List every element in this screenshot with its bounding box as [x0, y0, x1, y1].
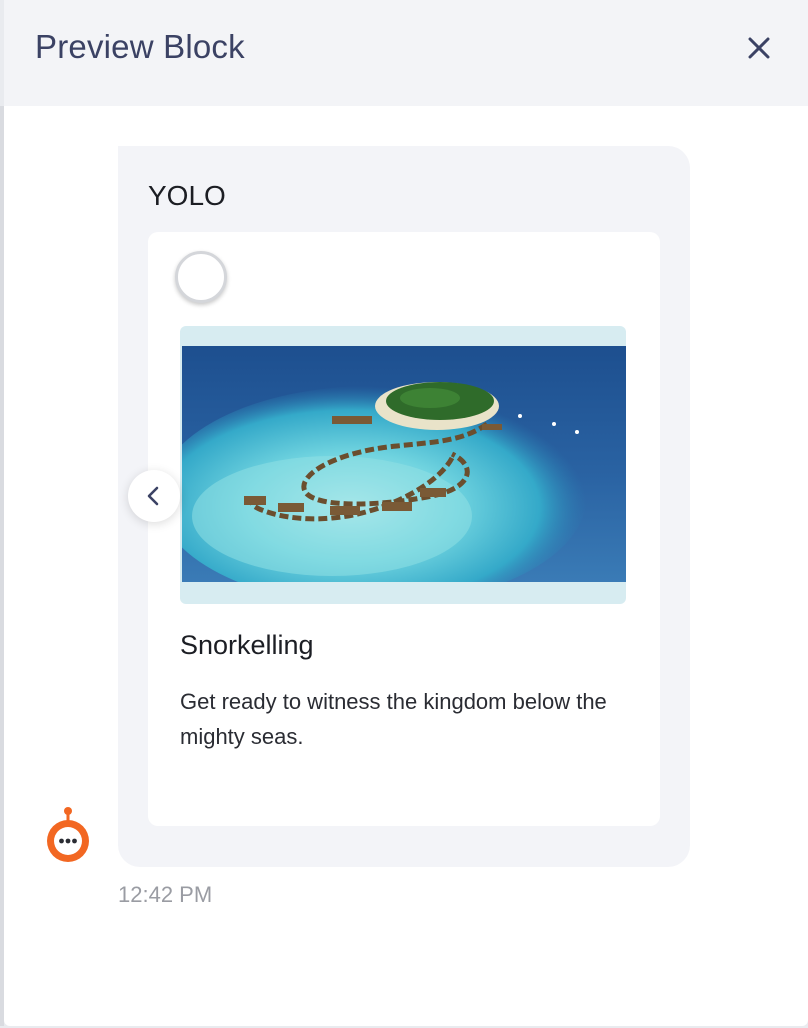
message-title: YOLO	[148, 180, 226, 211]
card-image-frame	[180, 326, 626, 604]
card-description: Get ready to witness the kingdom below t…	[180, 689, 607, 749]
close-icon	[748, 37, 770, 59]
background-edge	[0, 106, 4, 1026]
carousel-card: Snorkelling Get ready to witness the kin…	[148, 232, 660, 826]
bot-avatar-icon	[47, 807, 89, 862]
carousel-prev-button[interactable]	[128, 470, 180, 522]
card-title: Snorkelling	[180, 630, 314, 660]
modal-header: Preview Block	[4, 0, 808, 106]
close-button[interactable]	[742, 31, 776, 65]
message-bubble: YOLO Snorkelling Get ready to witness th…	[118, 146, 690, 867]
card-image	[182, 346, 626, 582]
card-select-radio[interactable]	[175, 251, 227, 303]
chevron-left-icon	[147, 486, 159, 506]
modal-title: Preview Block	[35, 28, 245, 65]
preview-block-modal: Preview Block YOLO Snorkelling Get ready…	[4, 0, 808, 1026]
message-timestamp: 12:42 PM	[118, 882, 213, 907]
